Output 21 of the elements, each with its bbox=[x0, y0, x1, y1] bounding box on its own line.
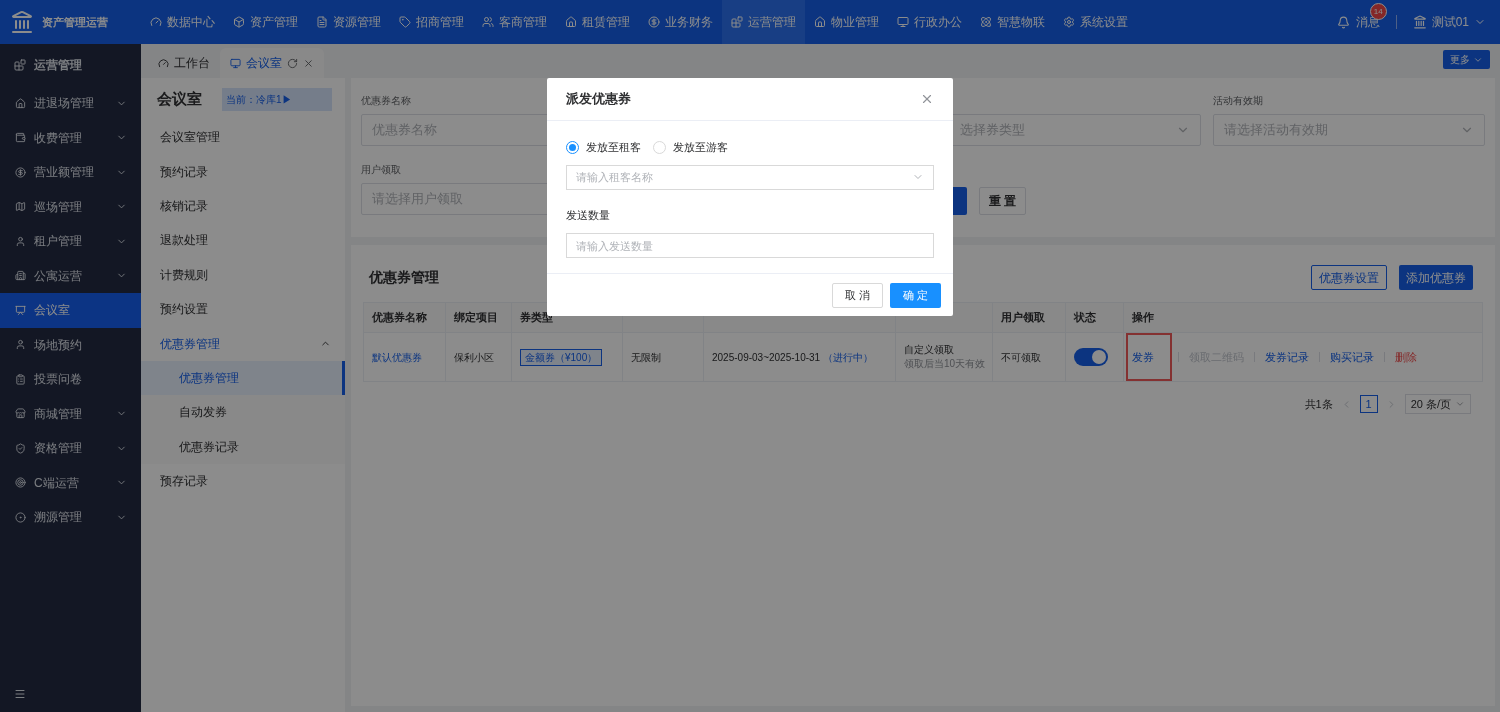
column-header: 状态 bbox=[1074, 311, 1096, 324]
submenu-title: 会议室 bbox=[157, 88, 202, 109]
column-header: 用户领取 bbox=[1001, 311, 1045, 324]
status-text: （进行中） bbox=[822, 351, 873, 363]
app-title: 资产管理运营 bbox=[42, 14, 108, 30]
sidebar-header: 运营管理 bbox=[34, 57, 82, 74]
column-header: 操作 bbox=[1132, 311, 1154, 324]
table-cell: 2025-09-03~2025-10-31 bbox=[712, 351, 821, 363]
filter-label: 用户领取 bbox=[361, 163, 401, 175]
table-cell: 不可领取 bbox=[1001, 351, 1041, 363]
dialog-title: 派发优惠券 bbox=[566, 90, 631, 109]
column-header: 优惠券名称 bbox=[372, 311, 427, 324]
table-cell: 保利小区 bbox=[454, 351, 494, 363]
total-count: 共1条 bbox=[1304, 396, 1333, 412]
section-title: 优惠券管理 bbox=[368, 268, 439, 287]
column-header: 绑定项目 bbox=[454, 311, 498, 324]
filter-label: 活动有效期 bbox=[1213, 94, 1263, 106]
filter-label: 优惠券名称 bbox=[361, 94, 411, 106]
table-cell-text: 自定义领取 bbox=[904, 343, 955, 357]
table-cell: 无限制 bbox=[631, 351, 661, 363]
coupon-type-tag: 金额券（¥100） bbox=[520, 348, 603, 366]
